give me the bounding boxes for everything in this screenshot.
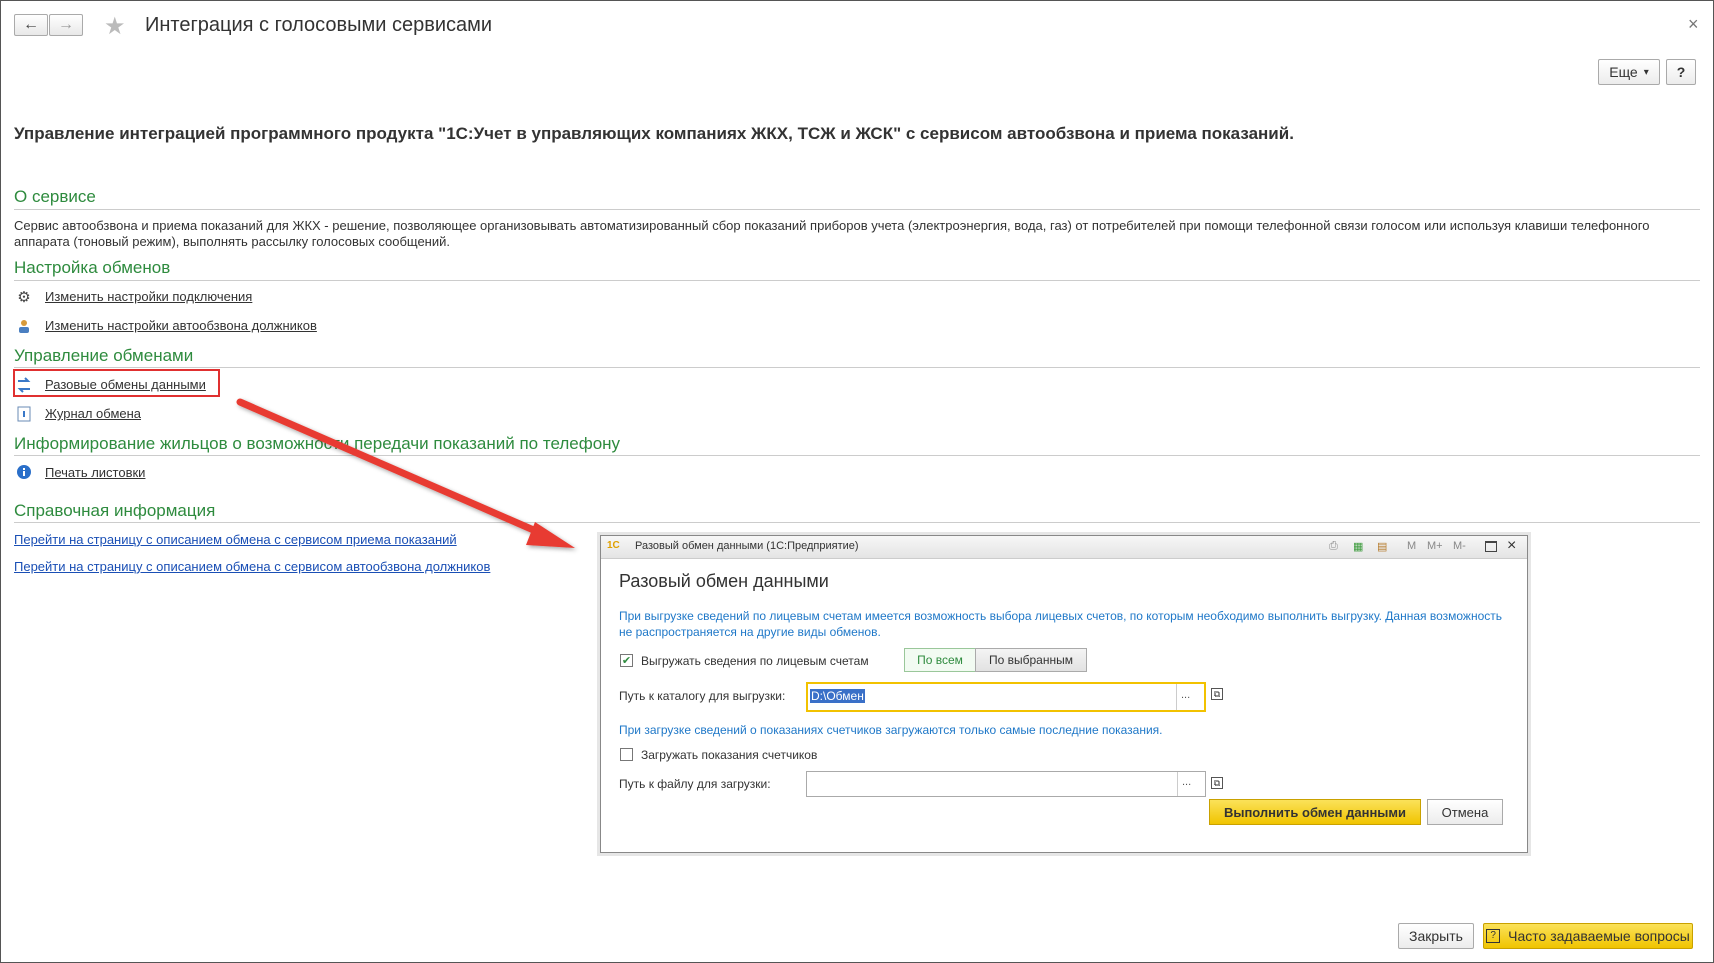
dialog-heading: Разовый обмен данными bbox=[619, 571, 829, 591]
open-file-icon[interactable]: ⧉ bbox=[1211, 777, 1223, 789]
import-readings-checkbox[interactable] bbox=[620, 748, 633, 761]
browse-dots-button[interactable]: ... bbox=[1181, 689, 1190, 701]
export-path-label: Путь к каталогу для выгрузки: bbox=[619, 689, 786, 703]
import-path-field[interactable]: ... bbox=[806, 771, 1206, 797]
faq-label: Часто задаваемые вопросы bbox=[1508, 928, 1690, 944]
toggle-selected-button[interactable]: По выбранным bbox=[975, 648, 1087, 672]
dialog-window-title: Разовый обмен данными (1С:Предприятие) bbox=[635, 540, 859, 552]
dialog-titlebar: 1С Разовый обмен данными (1С:Предприятие… bbox=[601, 536, 1527, 559]
toggle-all-button[interactable]: По всем bbox=[904, 648, 976, 672]
close-button[interactable]: Закрыть bbox=[1398, 923, 1474, 949]
export-path-field[interactable]: D:\Обмен ... bbox=[806, 682, 1206, 712]
one-time-exchange-dialog: 1С Разовый обмен данными (1С:Предприятие… bbox=[600, 535, 1528, 853]
calendar-icon[interactable]: ▤ bbox=[1377, 540, 1387, 553]
memory-minus-icon[interactable]: M- bbox=[1453, 540, 1466, 552]
export-accounts-label: Выгружать сведения по лицевым счетам bbox=[641, 654, 869, 668]
import-info-text: При загрузке сведений о показаниях счетч… bbox=[619, 723, 1163, 737]
open-folder-icon[interactable]: ⧉ bbox=[1211, 688, 1223, 700]
export-path-value: D:\Обмен bbox=[810, 689, 865, 703]
logo-1c-icon: 1С bbox=[607, 540, 620, 551]
table-icon[interactable]: ▦ bbox=[1353, 540, 1363, 553]
checkmark-icon: ✔ bbox=[621, 655, 632, 667]
browse-dots-button[interactable]: ... bbox=[1182, 776, 1191, 788]
print-icon[interactable]: ⎙ bbox=[1329, 540, 1338, 553]
import-path-label: Путь к файлу для загрузки: bbox=[619, 777, 771, 791]
export-info-text: При выгрузке сведений по лицевым счетам … bbox=[619, 609, 1502, 639]
question-icon: ? bbox=[1486, 929, 1501, 943]
field-divider bbox=[1177, 772, 1178, 796]
import-readings-label: Загружать показания счетчиков bbox=[641, 748, 818, 762]
memory-icon[interactable]: M bbox=[1407, 540, 1416, 552]
cancel-button[interactable]: Отмена bbox=[1427, 799, 1503, 825]
field-divider bbox=[1176, 684, 1177, 710]
memory-plus-icon[interactable]: M+ bbox=[1427, 540, 1443, 552]
maximize-icon[interactable] bbox=[1485, 541, 1497, 552]
execute-exchange-button[interactable]: Выполнить обмен данными bbox=[1209, 799, 1421, 825]
export-accounts-checkbox[interactable]: ✔ bbox=[620, 654, 633, 667]
faq-button[interactable]: ? Часто задаваемые вопросы bbox=[1483, 923, 1693, 949]
close-icon[interactable]: × bbox=[1507, 537, 1516, 555]
